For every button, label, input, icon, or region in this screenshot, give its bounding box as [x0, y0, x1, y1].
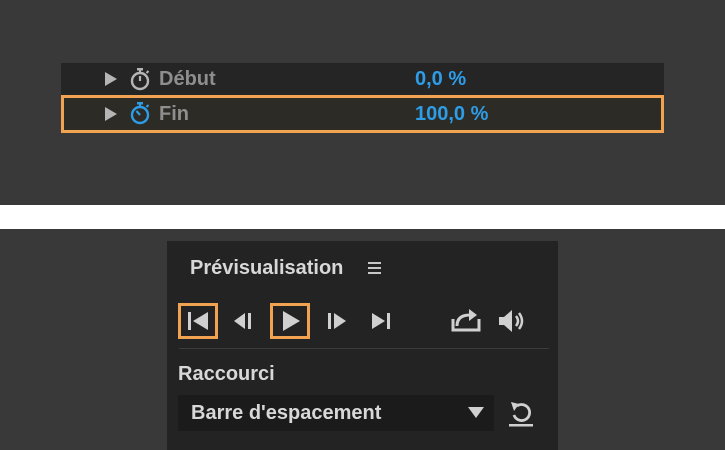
reset-shortcut-button[interactable]	[504, 397, 538, 429]
panel-divider	[179, 348, 549, 349]
shortcut-label: Raccourci	[178, 363, 275, 385]
previous-frame-icon	[234, 313, 251, 329]
stopwatch-active-icon[interactable]	[129, 101, 151, 125]
shortcut-dropdown[interactable]: Barre d'espacement	[178, 395, 494, 431]
property-name: Fin	[159, 103, 189, 125]
last-frame-button[interactable]	[363, 303, 403, 339]
first-frame-button[interactable]	[178, 303, 218, 339]
previous-frame-button[interactable]	[225, 303, 265, 339]
property-list: Début 0,0 % Fin 100,0 %	[61, 63, 664, 133]
twirl-triangle-icon[interactable]	[105, 72, 117, 86]
export-icon	[451, 309, 481, 332]
property-row-fin[interactable]: Fin 100,0 %	[61, 95, 664, 133]
property-name: Début	[159, 68, 216, 90]
reset-icon	[509, 402, 533, 427]
first-frame-icon	[188, 312, 208, 330]
shortcut-selected-value: Barre d'espacement	[191, 402, 382, 424]
chevron-down-icon	[468, 407, 484, 418]
property-value[interactable]: 0,0 %	[415, 67, 466, 91]
audio-button[interactable]	[491, 303, 531, 339]
timeline-properties-panel: Début 0,0 % Fin 100,0 %	[0, 0, 725, 205]
next-frame-button[interactable]	[317, 303, 357, 339]
play-button[interactable]	[270, 303, 310, 339]
panel-menu-icon[interactable]	[368, 260, 382, 276]
twirl-triangle-icon[interactable]	[105, 107, 117, 121]
preview-panel: Prévisualisation Raccourci Barre d'espac…	[167, 241, 558, 450]
stopwatch-icon[interactable]	[129, 67, 151, 91]
export-button[interactable]	[446, 303, 486, 339]
panel-title: Prévisualisation	[190, 257, 344, 279]
play-icon	[283, 311, 300, 331]
screenshot-separator	[0, 205, 725, 229]
property-row-debut[interactable]: Début 0,0 %	[61, 63, 664, 95]
last-frame-icon	[372, 313, 390, 329]
property-value[interactable]: 100,0 %	[415, 102, 488, 126]
speaker-icon	[499, 310, 524, 332]
next-frame-icon	[328, 313, 346, 329]
